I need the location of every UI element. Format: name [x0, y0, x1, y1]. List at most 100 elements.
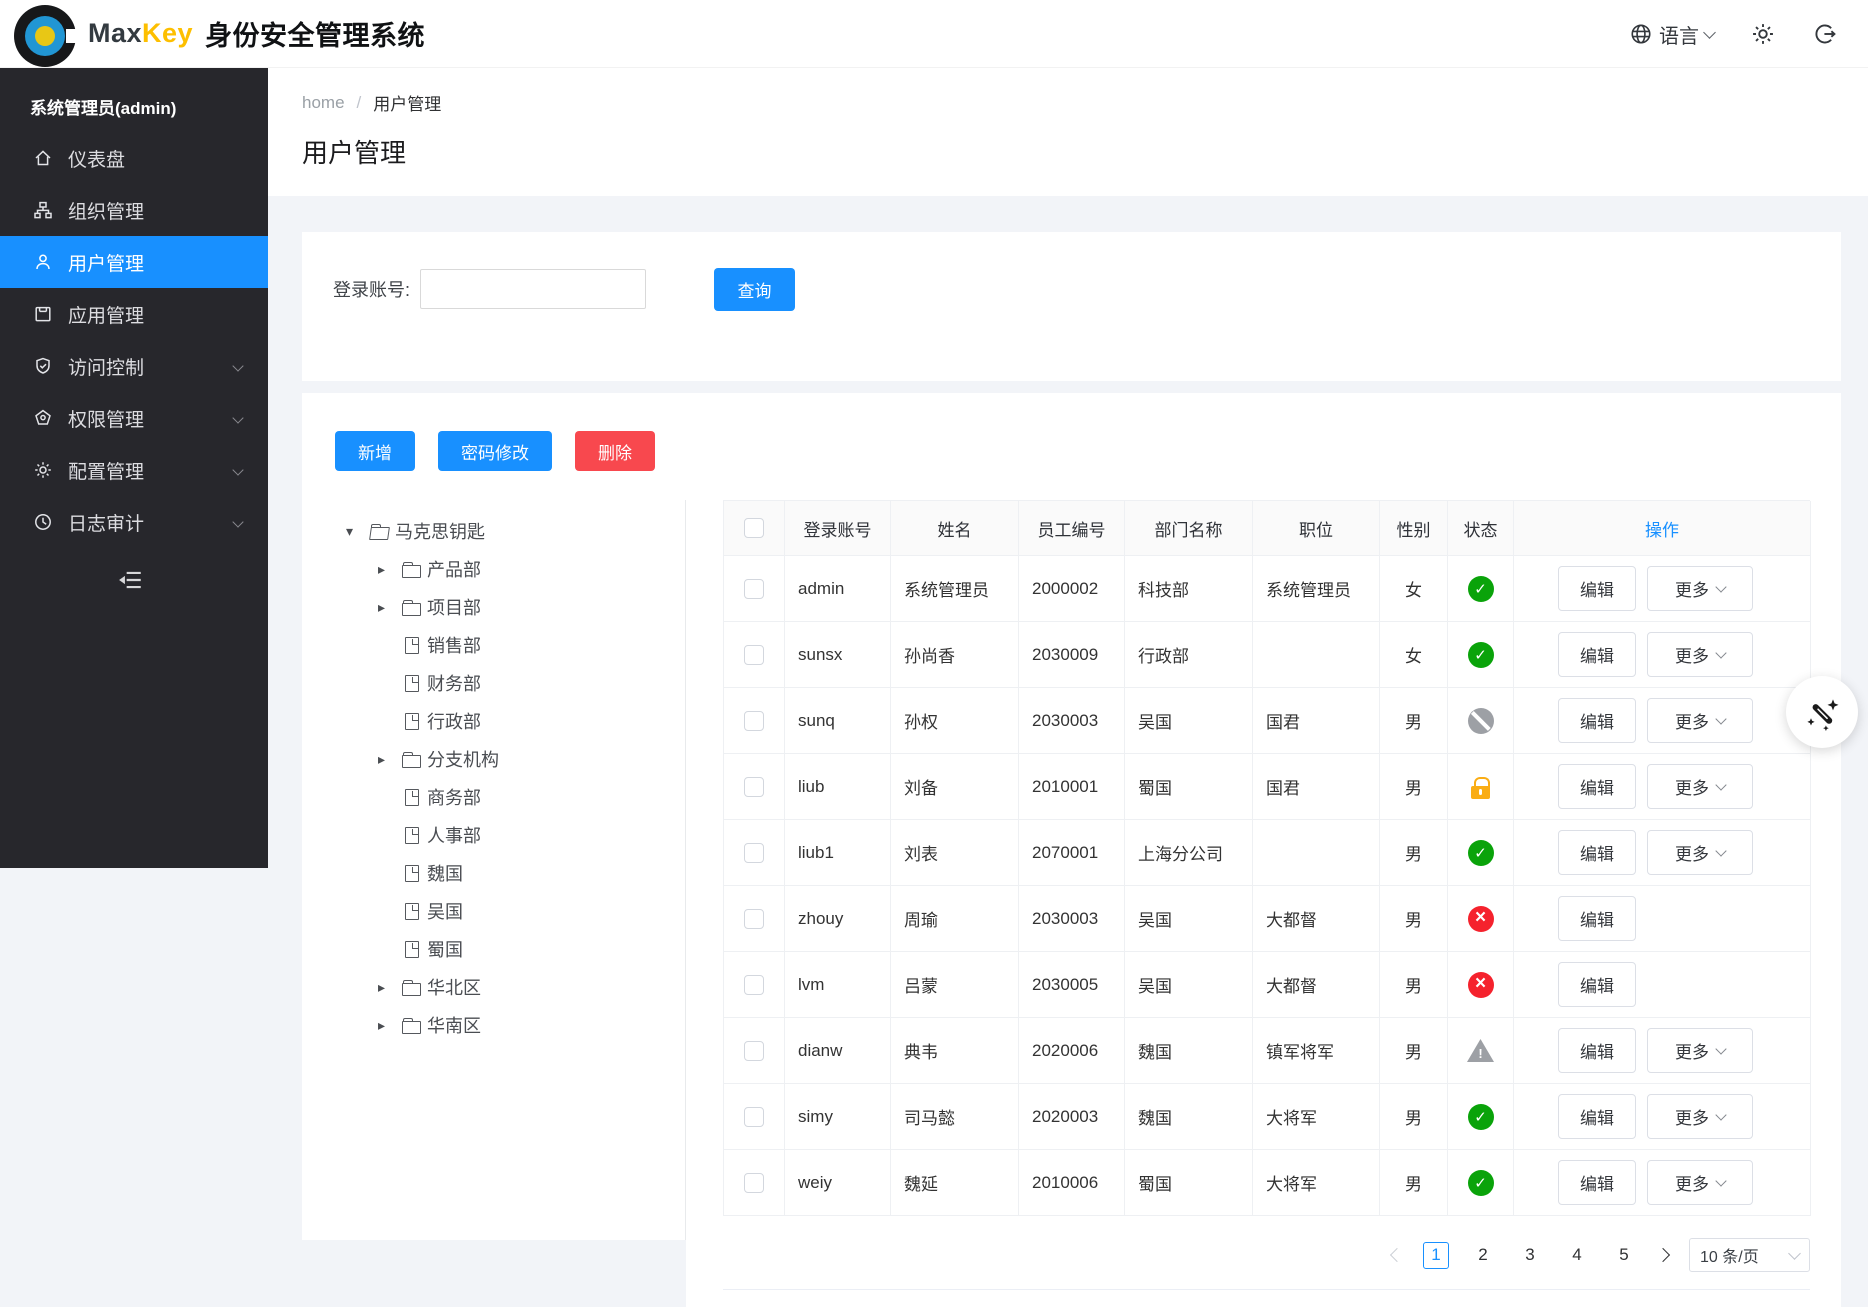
user-icon — [33, 252, 53, 272]
page-number[interactable]: 1 — [1423, 1242, 1449, 1269]
more-button[interactable]: 更多 — [1647, 698, 1753, 743]
tree-node-icon — [370, 522, 391, 540]
org-icon — [33, 200, 53, 220]
edit-button[interactable]: 编辑 — [1558, 1160, 1636, 1205]
delete-button[interactable]: 删除 — [575, 431, 655, 471]
row-checkbox[interactable] — [744, 777, 764, 797]
breadcrumb-home-link[interactable]: home — [302, 93, 345, 113]
row-checkbox[interactable] — [744, 1107, 764, 1127]
table-row: zhouy 周瑜 2030003 吴国 大都督 男 编辑 — [724, 886, 1810, 952]
cell-status — [1448, 1018, 1514, 1084]
sidebar-item-organization[interactable]: 组织管理 — [0, 184, 268, 236]
edit-button[interactable]: 编辑 — [1558, 830, 1636, 875]
edit-button[interactable]: 编辑 — [1558, 1028, 1636, 1073]
more-button[interactable]: 更多 — [1647, 1028, 1753, 1073]
cell-actions: 编辑 更多 — [1514, 556, 1811, 622]
globe-icon — [1629, 22, 1653, 46]
tree-node[interactable]: 人事部 — [302, 816, 685, 854]
tree-node[interactable]: 产品部 — [302, 550, 685, 588]
edit-button[interactable]: 编辑 — [1558, 962, 1636, 1007]
sidebar-item-dashboard[interactable]: 仪表盘 — [0, 132, 268, 184]
org-tree: 马克思钥匙 产品部 项目部 销售部 — [302, 500, 686, 1240]
tree-node[interactable]: 项目部 — [302, 588, 685, 626]
tree-node[interactable]: 商务部 — [302, 778, 685, 816]
tree-node[interactable]: 蜀国 — [302, 930, 685, 968]
more-button[interactable]: 更多 — [1647, 566, 1753, 611]
tree-node[interactable]: 行政部 — [302, 702, 685, 740]
cell-account: weiy — [785, 1150, 891, 1216]
page-number[interactable]: 2 — [1470, 1242, 1496, 1269]
cell-actions: 编辑 更多 — [1514, 622, 1811, 688]
previous-page-icon[interactable] — [1390, 1248, 1404, 1262]
magic-wand-fab[interactable] — [1786, 676, 1858, 748]
row-checkbox[interactable] — [744, 1173, 764, 1193]
cell-status — [1448, 1150, 1514, 1216]
more-button[interactable]: 更多 — [1647, 1160, 1753, 1205]
sidebar-collapse-button[interactable] — [0, 556, 268, 604]
sidebar-item-access-control[interactable]: 访问控制 — [0, 340, 268, 392]
column-header: 部门名称 — [1125, 501, 1253, 556]
cell-employee-id: 2010001 — [1019, 754, 1125, 820]
app-title: Max Key 身份安全管理系统 — [88, 14, 425, 53]
edit-button[interactable]: 编辑 — [1558, 566, 1636, 611]
edit-button[interactable]: 编辑 — [1558, 698, 1636, 743]
more-button[interactable]: 更多 — [1647, 1094, 1753, 1139]
sidebar-item-applications[interactable]: 应用管理 — [0, 288, 268, 340]
tree-node[interactable]: 销售部 — [302, 626, 685, 664]
sidebar-item-users[interactable]: 用户管理 — [0, 236, 268, 288]
tree-caret-icon[interactable] — [378, 561, 402, 578]
more-button[interactable]: 更多 — [1647, 830, 1753, 875]
tree-caret-icon[interactable] — [378, 1017, 402, 1034]
chevron-down-icon — [232, 360, 243, 371]
cell-status — [1448, 820, 1514, 886]
row-checkbox[interactable] — [744, 909, 764, 929]
login-account-input[interactable] — [420, 269, 646, 309]
chevron-down-icon — [1788, 1247, 1801, 1260]
sidebar-item-label: 访问控制 — [68, 353, 144, 380]
add-button[interactable]: 新增 — [335, 431, 415, 471]
select-all-checkbox[interactable] — [744, 518, 764, 538]
tree-node[interactable]: 分支机构 — [302, 740, 685, 778]
users-table-panel: 登录账号 姓名 员工编号 部门名称 职位 性别 状态 操作 — [686, 500, 1841, 1307]
search-panel: 登录账号: 查询 — [302, 232, 1841, 381]
page-number[interactable]: 3 — [1517, 1242, 1543, 1269]
language-selector[interactable]: 语言 — [1629, 20, 1714, 49]
page-number[interactable]: 4 — [1564, 1242, 1590, 1269]
tree-node[interactable]: 华南区 — [302, 1006, 685, 1044]
tree-caret-icon[interactable] — [378, 599, 402, 616]
row-checkbox[interactable] — [744, 711, 764, 731]
tree-caret-icon[interactable] — [378, 751, 402, 768]
edit-button[interactable]: 编辑 — [1558, 1094, 1636, 1139]
brand-key: Key — [142, 18, 193, 49]
row-checkbox[interactable] — [744, 843, 764, 863]
tree-node[interactable]: 华北区 — [302, 968, 685, 1006]
change-password-button[interactable]: 密码修改 — [438, 431, 552, 471]
edit-button[interactable]: 编辑 — [1558, 632, 1636, 677]
sidebar-item-configuration[interactable]: 配置管理 — [0, 444, 268, 496]
table-header-row: 登录账号 姓名 员工编号 部门名称 职位 性别 状态 操作 — [724, 501, 1810, 556]
logout-icon[interactable] — [1812, 21, 1838, 47]
edit-button[interactable]: 编辑 — [1558, 896, 1636, 941]
tree-node[interactable]: 财务部 — [302, 664, 685, 702]
sidebar-item-permissions[interactable]: 权限管理 — [0, 392, 268, 444]
next-page-icon[interactable] — [1656, 1248, 1670, 1262]
tree-caret-icon[interactable] — [346, 523, 370, 540]
settings-gear-icon[interactable] — [1750, 21, 1776, 47]
more-button[interactable]: 更多 — [1647, 764, 1753, 809]
row-checkbox[interactable] — [744, 1041, 764, 1061]
tree-node[interactable]: 吴国 — [302, 892, 685, 930]
row-checkbox[interactable] — [744, 645, 764, 665]
more-button[interactable]: 更多 — [1647, 632, 1753, 677]
query-button[interactable]: 查询 — [714, 268, 795, 311]
cell-name: 孙尚香 — [891, 622, 1019, 688]
tree-node[interactable]: 魏国 — [302, 854, 685, 892]
edit-button[interactable]: 编辑 — [1558, 764, 1636, 809]
row-checkbox[interactable] — [744, 975, 764, 995]
page-size-select[interactable]: 10 条/页 — [1689, 1238, 1810, 1272]
tree-caret-icon[interactable] — [378, 979, 402, 996]
row-checkbox[interactable] — [744, 579, 764, 599]
sidebar-item-audit-logs[interactable]: 日志审计 — [0, 496, 268, 548]
tree-node[interactable]: 马克思钥匙 — [302, 512, 685, 550]
cell-position — [1253, 622, 1380, 688]
page-number[interactable]: 5 — [1611, 1242, 1637, 1269]
